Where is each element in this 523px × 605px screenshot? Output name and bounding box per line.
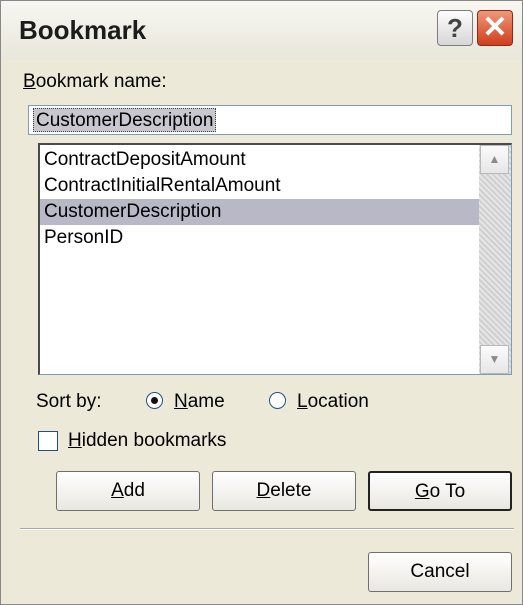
sort-name-label[interactable]: Name [174,391,225,413]
hidden-bookmarks-label[interactable]: Hidden bookmarks [68,430,226,452]
bookmark-dialog: Bookmark ? ✕ Bookmark name: CustomerDesc… [0,0,523,605]
delete-label: elete [270,480,312,501]
separator [20,528,514,530]
sort-location-label-text: ocation [307,391,369,412]
bookmark-name-label: Bookmark name: [23,71,167,93]
bookmark-list[interactable]: ContractDepositAmount ContractInitialRen… [38,143,512,375]
sort-name-radio[interactable] [146,392,163,409]
list-item[interactable]: PersonID [40,225,480,251]
delete-button[interactable]: Delete [212,471,356,511]
go-to-accesskey: G [414,481,430,502]
sort-name-label-text: ame [187,391,225,412]
radio-selected-dot [151,397,158,404]
list-scrollbar[interactable]: ▲ ▼ [479,145,511,374]
bookmark-name-value: CustomerDescription [33,108,217,132]
add-button[interactable]: Add [56,471,200,511]
dialog-title: Bookmark [19,15,147,45]
delete-accesskey: D [256,480,271,501]
sort-by-label: Sort by: [36,391,102,412]
help-icon[interactable]: ? [437,10,473,46]
bookmark-name-accesskey: B [23,71,36,92]
hidden-bookmarks-label-text: idden bookmarks [81,430,227,451]
title-bar[interactable]: Bookmark ? ✕ [1,1,522,59]
hidden-bookmarks-accesskey: H [68,430,82,451]
bookmark-name-input[interactable]: CustomerDescription [28,105,512,135]
list-item[interactable]: ContractDepositAmount [40,147,480,173]
go-to-button[interactable]: Go To [368,471,512,511]
scroll-down-arrow-icon[interactable]: ▼ [480,345,509,374]
go-to-label: o To [429,481,466,502]
close-icon[interactable]: ✕ [477,10,513,46]
hidden-bookmarks-checkbox[interactable] [38,431,58,451]
list-item[interactable]: ContractInitialRentalAmount [40,173,480,199]
sort-name-accesskey: N [174,391,188,412]
bookmark-name-label-text: ookmark name: [35,71,167,92]
scroll-up-arrow-icon[interactable]: ▲ [480,145,509,174]
sort-location-accesskey: L [297,391,308,412]
sort-location-radio[interactable] [269,392,286,409]
list-item-selected[interactable]: CustomerDescription [40,199,480,225]
sort-location-label[interactable]: Location [297,391,369,413]
add-label: dd [123,480,145,501]
bookmark-list-items: ContractDepositAmount ContractInitialRen… [40,147,480,251]
add-accesskey: A [111,480,124,501]
cancel-button[interactable]: Cancel [368,552,512,592]
